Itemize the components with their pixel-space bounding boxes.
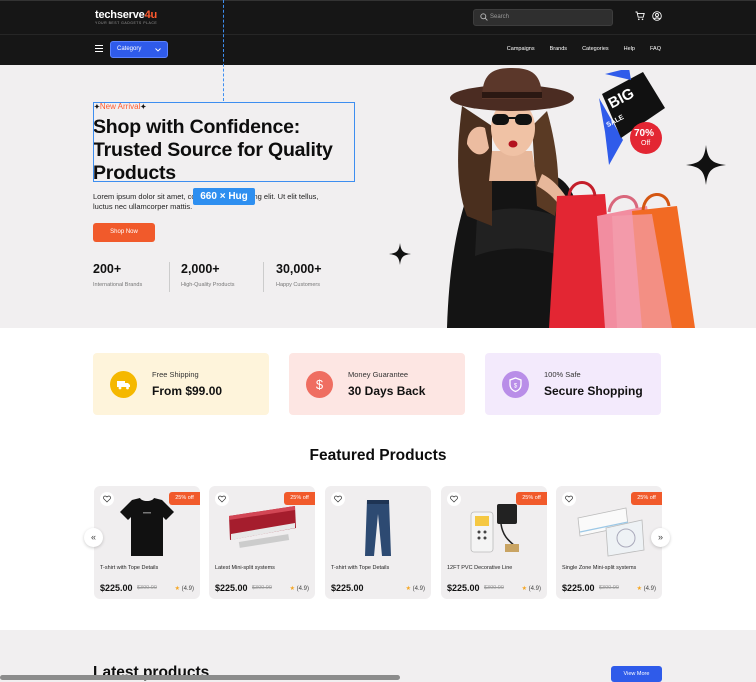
- stat-value: 200+: [93, 262, 122, 276]
- product-price: $225.00: [331, 583, 364, 593]
- menu-icon[interactable]: [95, 45, 103, 52]
- product-old-price: $300.00: [484, 585, 504, 591]
- nav-link-campaigns[interactable]: Campaigns: [507, 46, 535, 52]
- product-price: $225.00: [447, 583, 480, 593]
- discount-percent: 70%: [634, 128, 655, 139]
- stat-customers: 30,000+ Happy Customers: [276, 262, 322, 288]
- product-old-price: $300.00: [599, 585, 619, 591]
- product-name: T-shirt with Tope Details: [100, 565, 159, 571]
- shop-now-button[interactable]: Shop Now: [93, 223, 155, 242]
- discount-off: Off: [641, 140, 651, 147]
- svg-text:$: $: [316, 377, 324, 392]
- search-placeholder: Search: [490, 14, 510, 20]
- discount-badge: 25% off: [169, 492, 200, 505]
- product-card[interactable]: 25% off Latest Mini-split systems $225.0…: [209, 486, 315, 599]
- heart-icon[interactable]: [215, 492, 229, 506]
- feature-free-shipping: Free Shipping From $99.00: [93, 353, 269, 415]
- product-image-ac: [209, 498, 315, 560]
- product-rating: ★ (4.9): [636, 586, 656, 592]
- star-icon: ★: [405, 586, 411, 592]
- heart-icon[interactable]: [447, 492, 461, 506]
- product-rating: ★ (4.9): [521, 586, 541, 592]
- product-name: 12FT PVC Decorative Line: [447, 565, 513, 571]
- stat-divider: [263, 262, 264, 292]
- view-more-button[interactable]: View More: [611, 666, 662, 682]
- dollar-icon: $: [306, 371, 333, 398]
- stat-brands: 200+ International Brands: [93, 262, 142, 288]
- feature-value: Secure Shopping: [544, 384, 643, 398]
- svg-text:$: $: [514, 384, 518, 390]
- stat-label: Happy Customers: [276, 282, 321, 288]
- product-rating: ★ (4.9): [289, 586, 309, 592]
- design-guide-line: [223, 0, 224, 101]
- stat-label: International Brands: [93, 282, 143, 288]
- stat-label: High-Quality Products: [181, 282, 235, 288]
- chevron-down-icon: [155, 48, 161, 52]
- product-name: T-shirt with Tope Details: [331, 565, 390, 571]
- product-name: Single Zone Mini-split systems: [562, 565, 637, 571]
- stat-products: 2,000+ High-Quality Products: [181, 262, 235, 288]
- star-icon: ★: [289, 586, 295, 592]
- category-label: Category: [117, 46, 142, 52]
- horizontal-scrollbar[interactable]: [0, 675, 400, 680]
- product-image-split-system: [556, 498, 662, 560]
- dimension-badge: 660 × Hug: [193, 188, 255, 205]
- feature-secure-shopping: $ 100% Safe Secure Shopping: [485, 353, 661, 415]
- product-price: $225.00: [562, 583, 595, 593]
- product-price: $225.00: [100, 583, 133, 593]
- product-card[interactable]: T-shirt with Tope Details $225.00 ★ (4.9…: [325, 486, 431, 599]
- product-old-price: $300.00: [137, 585, 157, 591]
- star-icon: ★: [636, 586, 642, 592]
- discount-badge: 25% off: [631, 492, 662, 505]
- search-input[interactable]: Search: [473, 9, 613, 26]
- feature-title: Money Guarantee: [348, 370, 409, 379]
- heart-icon[interactable]: [562, 492, 576, 506]
- discount-badge: 25% off: [516, 492, 547, 505]
- product-rating: ★ (4.9): [174, 586, 194, 592]
- discount-badge: 25% off: [284, 492, 315, 505]
- featured-products-title: Featured Products: [309, 447, 447, 464]
- stat-value: 2,000+: [181, 262, 220, 276]
- product-image-tshirt: [94, 498, 200, 560]
- product-name: Latest Mini-split systems: [215, 565, 275, 571]
- selection-box: [93, 102, 355, 182]
- product-card[interactable]: 25% off Single Zone Mini-split systems $…: [556, 486, 662, 599]
- star-icon: ★: [521, 586, 527, 592]
- heart-icon[interactable]: [100, 492, 114, 506]
- star-icon: ★: [174, 586, 180, 592]
- category-button[interactable]: Category: [110, 41, 168, 58]
- product-old-price: $300.00: [252, 585, 272, 591]
- product-image-thermostat: [441, 498, 547, 560]
- feature-title: 100% Safe: [544, 370, 581, 379]
- carousel-prev-button[interactable]: «: [84, 528, 103, 547]
- carousel-next-button[interactable]: »: [651, 528, 670, 547]
- stat-value: 30,000+: [276, 262, 322, 276]
- shield-icon: $: [502, 371, 529, 398]
- user-icon[interactable]: [652, 11, 662, 21]
- nav-link-categories[interactable]: Categories: [582, 46, 609, 52]
- big-sale-badge: [599, 70, 665, 165]
- sparkle-icon: [389, 243, 411, 265]
- stat-divider: [169, 262, 170, 292]
- product-card[interactable]: 25% off T-shirt with Tope Details $225.0…: [94, 486, 200, 599]
- product-image-jeans: [325, 498, 431, 560]
- heart-icon[interactable]: [331, 492, 345, 506]
- feature-title: Free Shipping: [152, 370, 199, 379]
- logo[interactable]: techserve4u: [95, 9, 157, 21]
- feature-money-guarantee: $ Money Guarantee 30 Days Back: [289, 353, 465, 415]
- truck-icon: [110, 371, 137, 398]
- product-rating: ★ (4.9): [405, 586, 425, 592]
- nav-link-faq[interactable]: FAQ: [650, 46, 661, 52]
- feature-value: From $99.00: [152, 384, 223, 398]
- feature-value: 30 Days Back: [348, 384, 426, 398]
- logo-tagline: YOUR BEST GADGETS PLACE: [95, 21, 158, 25]
- product-card[interactable]: 25% off 12FT PVC Decorative Line $225.00…: [441, 486, 547, 599]
- cart-icon[interactable]: [635, 11, 645, 21]
- product-price: $225.00: [215, 583, 248, 593]
- nav-link-brands[interactable]: Brands: [550, 46, 567, 52]
- nav-links: Campaigns Brands Categories Help FAQ: [507, 46, 661, 52]
- search-icon: [480, 13, 488, 21]
- nav-link-help[interactable]: Help: [624, 46, 635, 52]
